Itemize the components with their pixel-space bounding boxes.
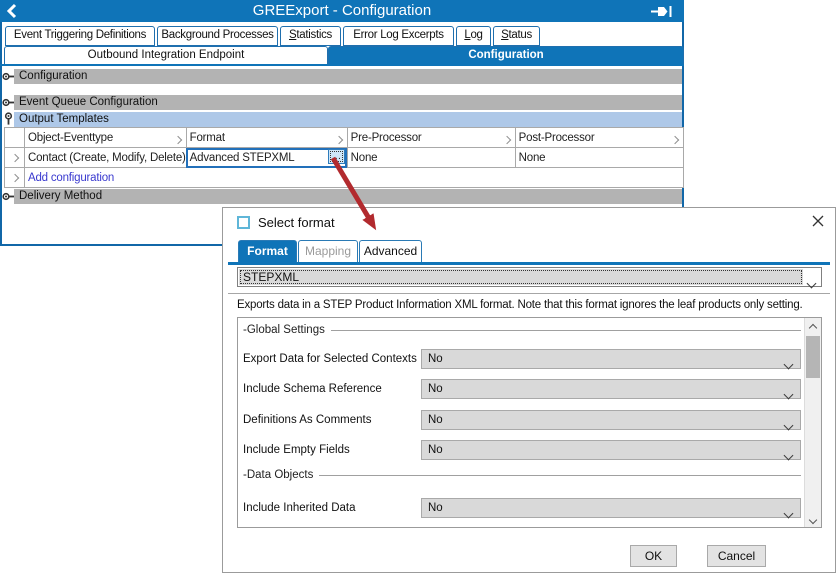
group-line [331,330,801,331]
format-select-value: STEPXML [239,269,803,285]
field-combo-include-schema-reference[interactable]: No [421,379,801,399]
section-bar-event-queue-configuration[interactable]: Event Queue Configuration [14,95,682,110]
field-combo-definitions-as-comments[interactable]: No [421,410,801,430]
table-header-row: Object-Eventtype Format Pre-Processor Po… [5,128,684,148]
chevron-down-icon [785,416,792,434]
tab-status[interactable]: Status [493,26,540,46]
chevron-right-icon [11,173,19,181]
tab-log[interactable]: Log [456,26,491,46]
combo-value: No [422,380,800,398]
dialog-tab-mapping[interactable]: Mapping [298,240,358,263]
section-bar-output-templates[interactable]: Output Templates [14,112,682,127]
tab-event-triggering-definitions[interactable]: Event Triggering Definitions [5,26,155,46]
header-label: Object-Eventtype [28,132,113,144]
field-row: Include Schema Reference No [238,379,821,399]
header-pre-processor[interactable]: Pre-Processor [347,128,515,148]
tab-label: Error Log Excerpts [353,29,443,41]
header-label: Pre-Processor [351,132,422,144]
chevron-right-icon [504,134,510,146]
pin-icon[interactable] [650,5,674,18]
tab-label-rest: og [470,29,482,41]
group-data-objects: -Data Objects [243,468,801,482]
field-combo-include-inherited-data[interactable]: No [421,498,801,518]
field-row: Include Empty Fields No [238,440,821,460]
chevron-right-icon [175,134,181,146]
tab-label-rest: tatistics [296,29,332,41]
dialog-tab-advanced[interactable]: Advanced [359,240,422,263]
header-object-eventtype[interactable]: Object-Eventtype [25,128,187,148]
tab-error-log-excerpts[interactable]: Error Log Excerpts [343,26,454,46]
field-row: Export Data for Selected Contexts No [238,349,821,369]
window-title: GREExport - Configuration [0,0,684,22]
chevron-up-icon [809,324,817,332]
group-title: Global Settings [247,324,325,336]
field-row: Definitions As Comments No [238,410,821,430]
field-combo-include-empty-fields[interactable]: No [421,440,801,460]
chevron-down-icon [785,385,792,403]
row-expander-cell[interactable] [5,148,25,168]
select-format-dialog: Select format Format Mapping Advanced ST… [222,207,836,573]
scroll-up-button[interactable] [805,318,821,335]
chevron-right-icon [11,153,19,161]
settings-panel: -Global Settings Export Data for Selecte… [237,317,822,528]
tab-strip-rule [0,64,684,66]
field-label: Export Data for Selected Contexts [243,349,417,369]
combo-value: No [422,499,800,517]
field-row: Include Inherited Data No [238,498,821,518]
window-titlebar: GREExport - Configuration [0,0,684,22]
row-expander-cell[interactable] [5,168,25,188]
header-label: Format [190,132,225,144]
tab-statistics[interactable]: Statistics [280,26,341,46]
group-line [319,475,801,476]
chevron-down-icon [809,516,817,524]
add-configuration-link[interactable]: Add configuration [28,172,114,184]
group-title: Data Objects [247,469,313,481]
chevron-down-icon [785,446,792,464]
cell-post-processor[interactable]: None [515,148,683,168]
chevron-down-icon [808,274,815,292]
chevron-down-icon [785,504,792,522]
field-label: Include Empty Fields [243,440,350,460]
chevron-right-icon [672,134,678,146]
field-label: Include Inherited Data [243,498,356,518]
field-label: Definitions As Comments [243,410,371,430]
checkbox-icon[interactable] [237,216,250,229]
window-border-left [0,22,2,246]
header-spacer-cell [5,128,25,148]
cell-object-eventtype[interactable]: Contact (Create, Modify, Delete) [25,148,187,168]
red-callout-arrow [320,150,390,242]
group-global-settings: -Global Settings [243,323,801,337]
field-combo-export-data-for-selected-contexts[interactable]: No [421,349,801,369]
tab-label-rest: tatus [508,29,531,41]
tab-configuration[interactable]: Configuration [328,46,684,66]
header-post-processor[interactable]: Post-Processor [515,128,683,148]
ok-button[interactable]: OK [630,545,677,567]
dialog-tab-format[interactable]: Format [238,240,297,263]
scroll-down-button[interactable] [805,510,821,527]
tab-background-processes[interactable]: Background Processes [157,26,278,46]
tab-label: Background Processes [161,29,273,41]
settings-scrollbar[interactable] [804,318,821,527]
combo-value: No [422,350,800,368]
format-description: Exports data in a STEP Product Informati… [237,299,803,311]
tab-label: Event Triggering Definitions [14,29,146,41]
cancel-button[interactable]: Cancel [707,545,766,567]
header-label: Post-Processor [519,132,595,144]
chevron-right-icon [336,134,342,146]
scrollbar-thumb[interactable] [806,336,820,378]
tab-outbound-integration-endpoint[interactable]: Outbound Integration Endpoint [4,46,328,66]
format-select[interactable]: STEPXML [237,267,822,287]
screen: GREExport - Configuration Event Triggeri… [0,0,837,576]
cell-value: Advanced STEPXML [190,152,295,164]
field-label: Include Schema Reference [243,379,382,399]
divider [228,293,830,294]
combo-value: No [422,411,800,429]
header-format[interactable]: Format [186,128,347,148]
chevron-down-icon [785,355,792,373]
close-icon[interactable] [808,211,828,231]
section-bar-configuration[interactable]: Configuration [14,69,682,84]
combo-value: No [422,441,800,459]
dialog-tab-rule [228,262,830,265]
